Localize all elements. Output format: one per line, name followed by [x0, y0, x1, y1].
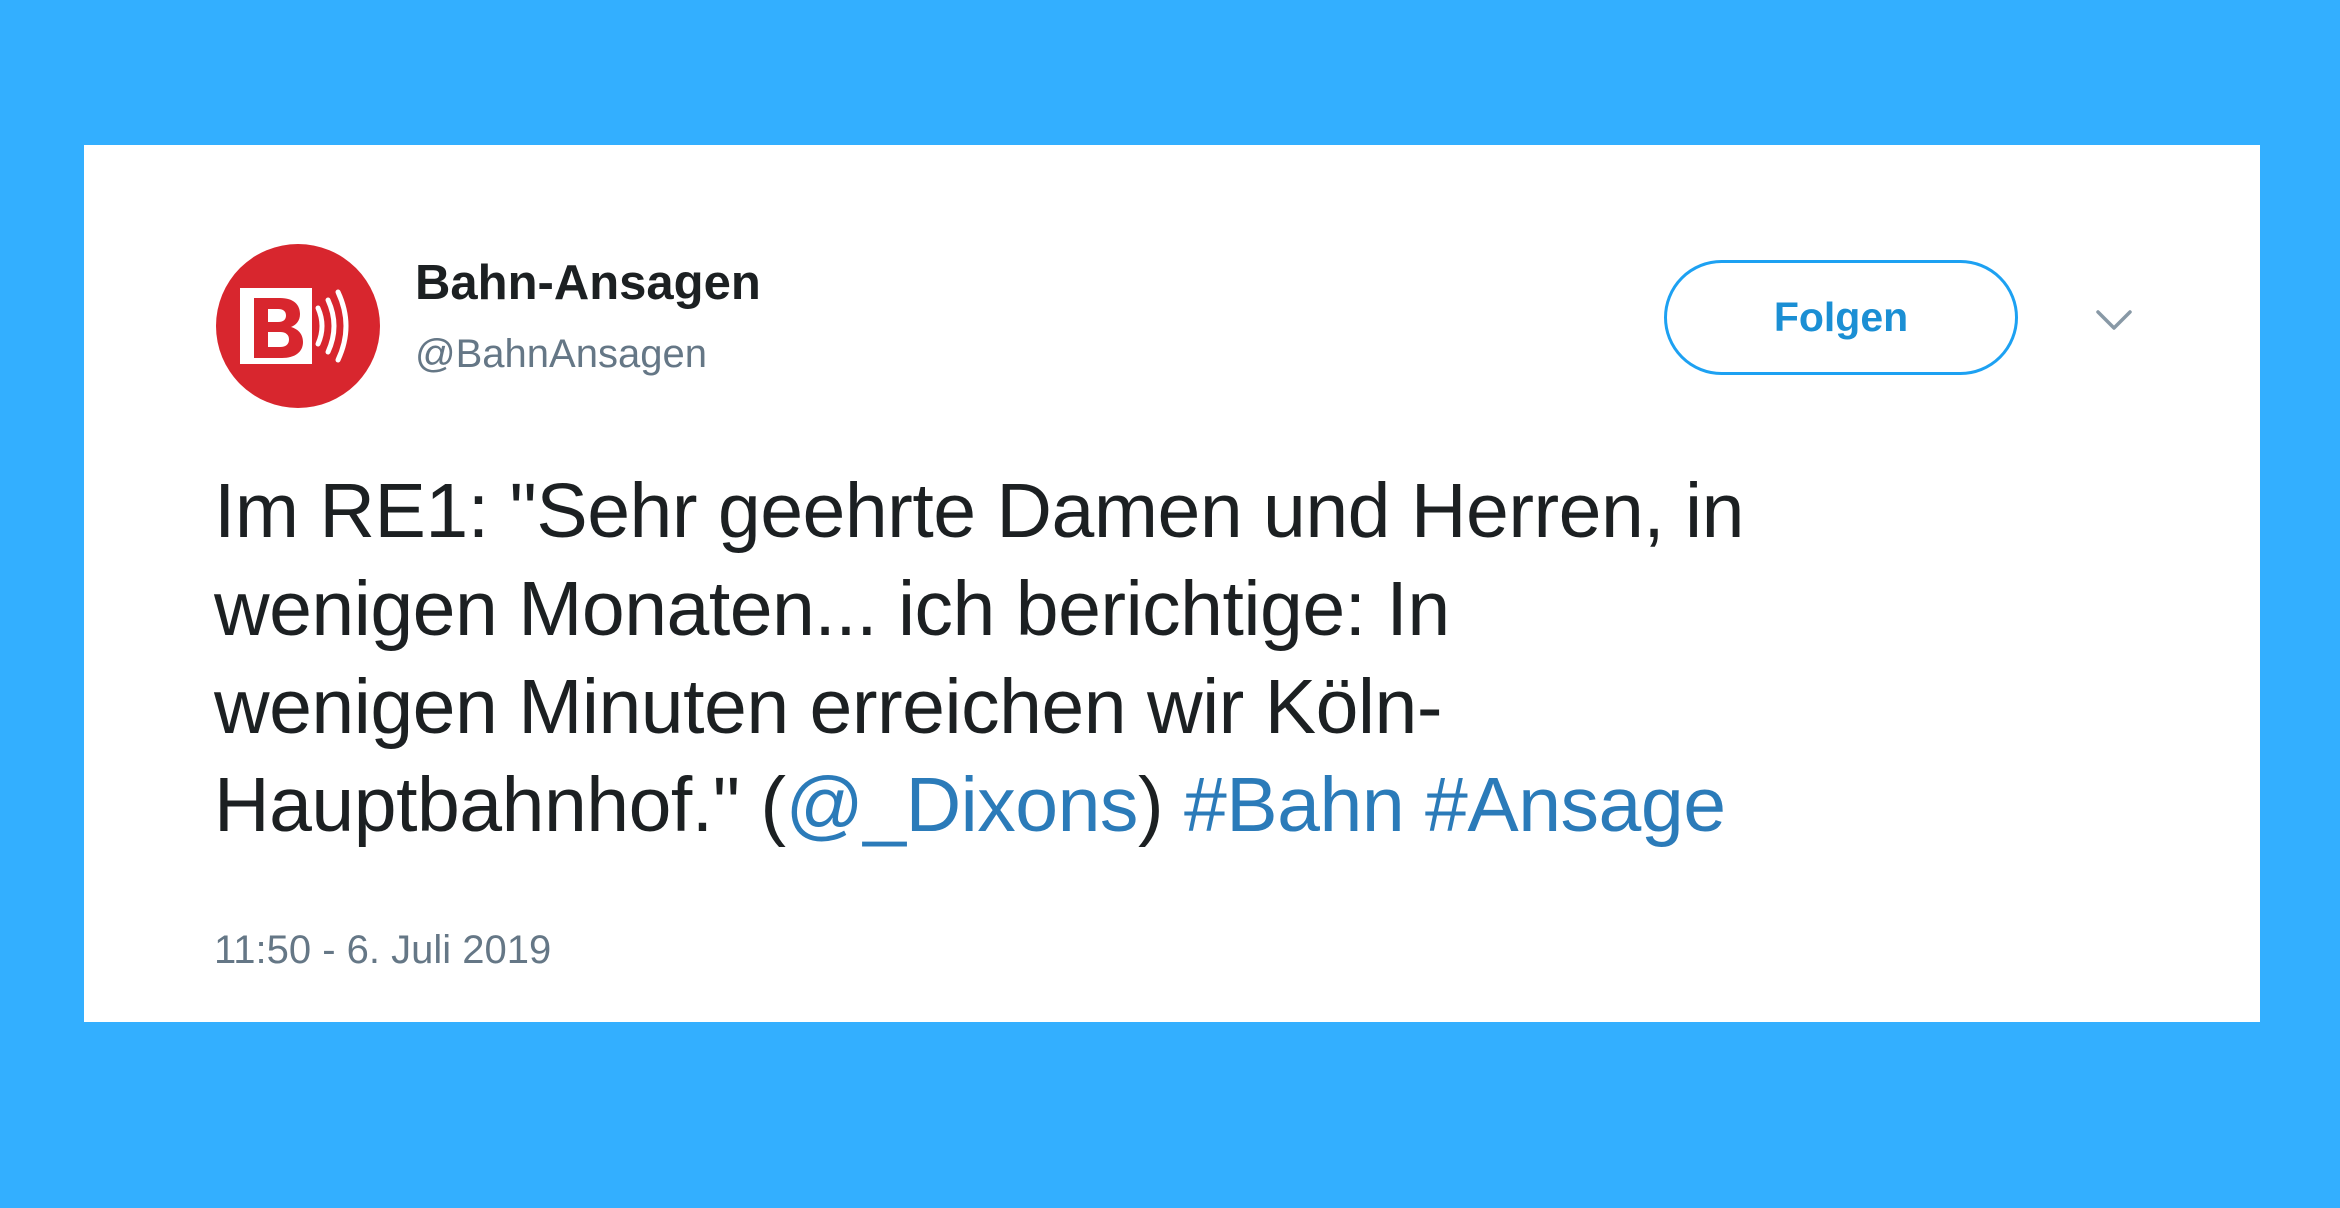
- display-name[interactable]: Bahn-Ansagen: [415, 255, 761, 311]
- follow-button[interactable]: Folgen: [1664, 260, 2018, 375]
- tweet-text-segment: ): [1137, 762, 1184, 848]
- mention-link[interactable]: @_Dixons: [786, 762, 1139, 848]
- tweet-card: Bahn-Ansagen @BahnAnsagen Folgen Im RE1:…: [84, 145, 2260, 1022]
- tweet-text-line: Hauptbahnhof." (@_Dixons) #Bahn #Ansage: [214, 756, 2214, 854]
- tweet-menu-button[interactable]: [2094, 307, 2134, 333]
- tweet-text-line: wenigen Minuten erreichen wir Köln-: [214, 664, 1442, 750]
- tweet-text-line: wenigen Monaten... ich berichtige: In: [214, 566, 1450, 652]
- tweet-text-line: Im RE1: "Sehr geehrte Damen und Herren, …: [214, 468, 1744, 554]
- chevron-down-icon: [2096, 310, 2132, 330]
- tweet-timestamp[interactable]: 11:50 - 6. Juli 2019: [214, 928, 551, 973]
- hashtag-link-ansage[interactable]: #Ansage: [1425, 762, 1726, 848]
- tweet-text-segment: Hauptbahnhof." (: [214, 762, 786, 848]
- avatar[interactable]: [214, 242, 382, 410]
- hashtag-link-bahn[interactable]: #Bahn: [1184, 762, 1405, 848]
- tweet-text: Im RE1: "Sehr geehrte Damen und Herren, …: [214, 462, 2214, 854]
- user-handle[interactable]: @BahnAnsagen: [415, 332, 707, 377]
- bahn-ansagen-logo-icon: [216, 244, 380, 408]
